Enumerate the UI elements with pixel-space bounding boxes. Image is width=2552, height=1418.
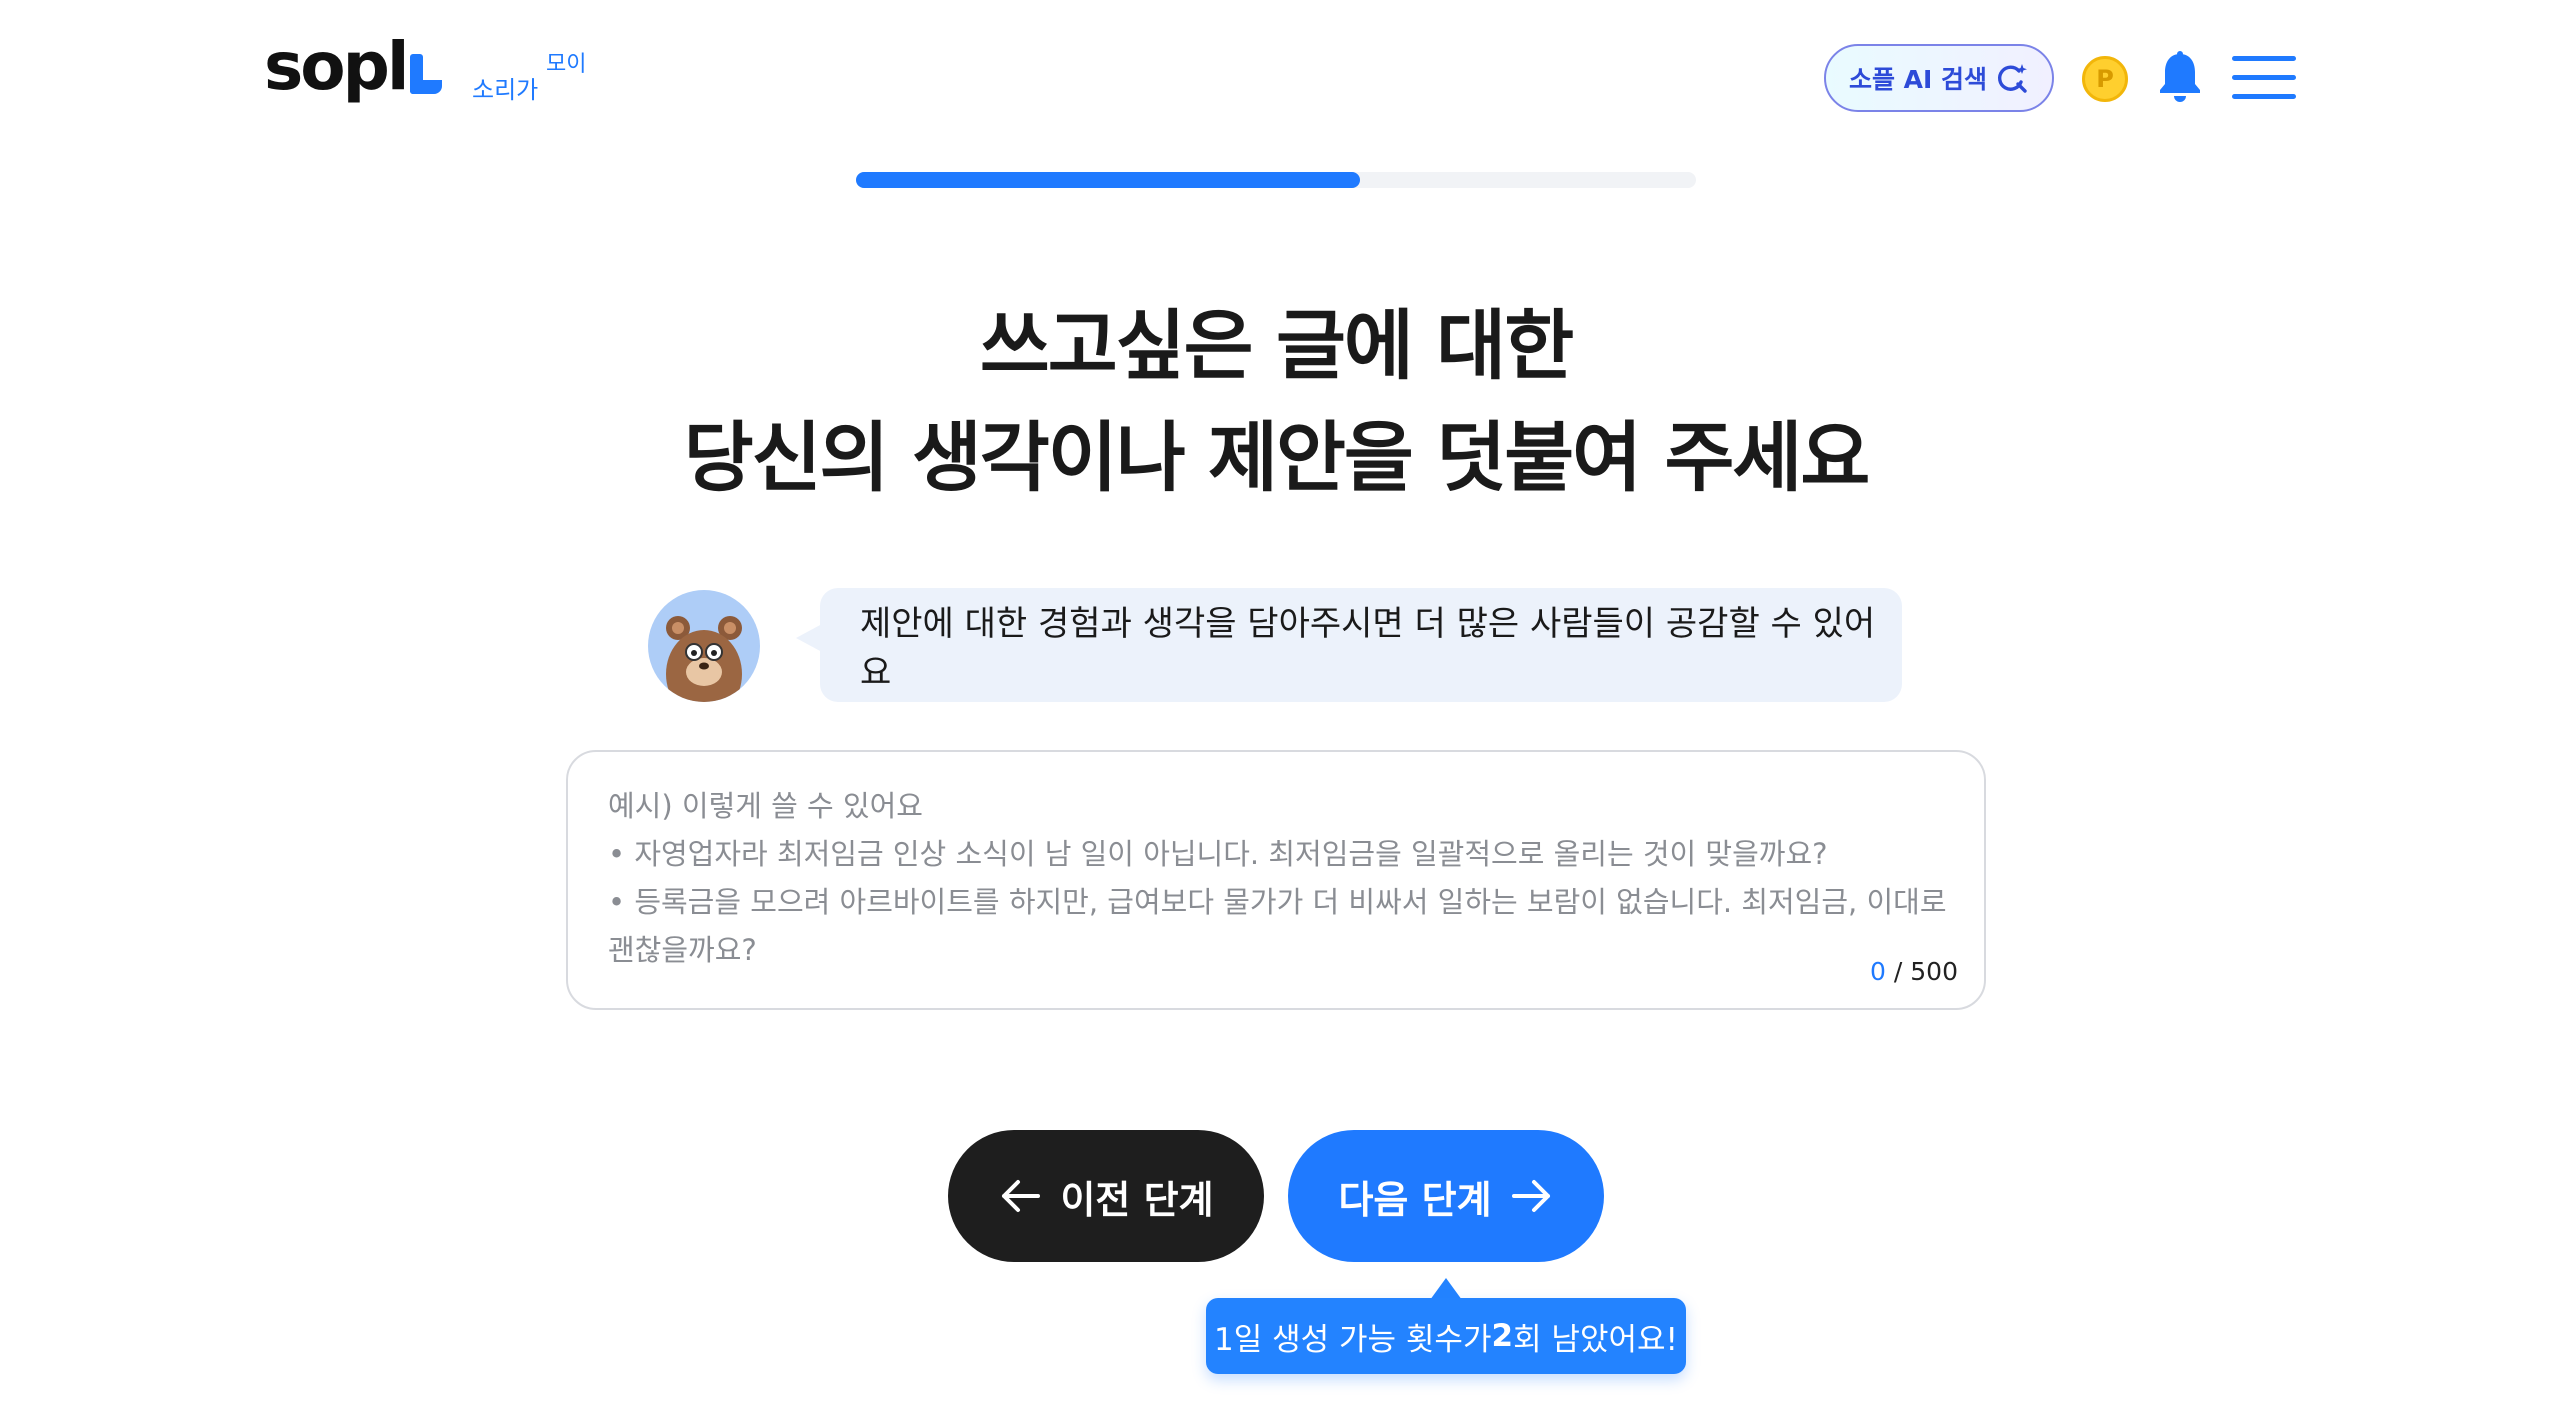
hint-bubble: 제안에 대한 경험과 생각을 담아주시면 더 많은 사람들이 공감할 수 있어요 [820,588,1902,702]
char-count-current: 0 [1870,957,1886,986]
tooltip-suffix: 회 남았어요! [1513,1321,1678,1358]
tooltip-prefix: 1일 생성 가능 횟수가 [1214,1321,1492,1358]
page-title-line-1: 쓰고싶은 글에 대한 [979,301,1574,390]
ai-search-label: 소플 AI 검색 [1848,65,1988,94]
step-progress-fill [856,172,1360,188]
hint-bubble-tail [796,624,822,652]
point-coin-icon[interactable]: P [2082,56,2128,102]
hint-text: 제안에 대한 경험과 생각을 담아주시면 더 많은 사람들이 공감할 수 있어요 [860,604,1876,693]
opinion-textarea-box: 0 / 500 [566,750,1986,1010]
previous-step-label: 이전 단계 [1060,1177,1214,1222]
top-header: sopl 소리가 모이 소플 AI 검색 P [0,0,2552,150]
previous-step-button[interactable]: 이전 단계 [948,1130,1264,1262]
step-progress-bar [856,172,1696,188]
opinion-textarea[interactable] [608,782,1948,982]
sople-logo[interactable]: sopl [264,34,442,100]
bear-mascot-avatar [648,590,760,702]
page-title: 쓰고싶은 글에 대한 당신의 생각이나 제안을 덧붙여 주세요 [0,290,2552,514]
logo-wordmark: sopl [264,28,409,105]
logo-e-mark-icon [409,54,442,94]
arrow-left-icon [1002,1180,1041,1212]
tooltip-tail [1430,1278,1462,1300]
next-step-label: 다음 단계 [1338,1177,1492,1222]
search-sparkle-icon [1998,64,2028,93]
next-step-button[interactable]: 다음 단계 [1288,1130,1604,1262]
char-counter: 0 / 500 [1870,957,1958,986]
tagline-part-2: 모이 [546,52,587,77]
arrow-right-icon [1511,1180,1550,1212]
coin-label: P [2096,65,2114,93]
page-title-line-2: 당신의 생각이나 제안을 덧붙여 주세요 [683,413,1871,502]
hamburger-menu-icon[interactable] [2232,56,2296,100]
tagline-part-1: 소리가 [472,76,539,104]
char-count-max: / 500 [1893,957,1958,986]
generation-limit-tooltip: 1일 생성 가능 횟수가 2 회 남았어요! [1206,1298,1686,1374]
logo-tagline: 소리가 모이 [472,46,592,106]
bell-icon[interactable] [2156,50,2204,104]
tooltip-count: 2 [1491,1318,1514,1354]
ai-search-button[interactable]: 소플 AI 검색 [1824,44,2054,112]
